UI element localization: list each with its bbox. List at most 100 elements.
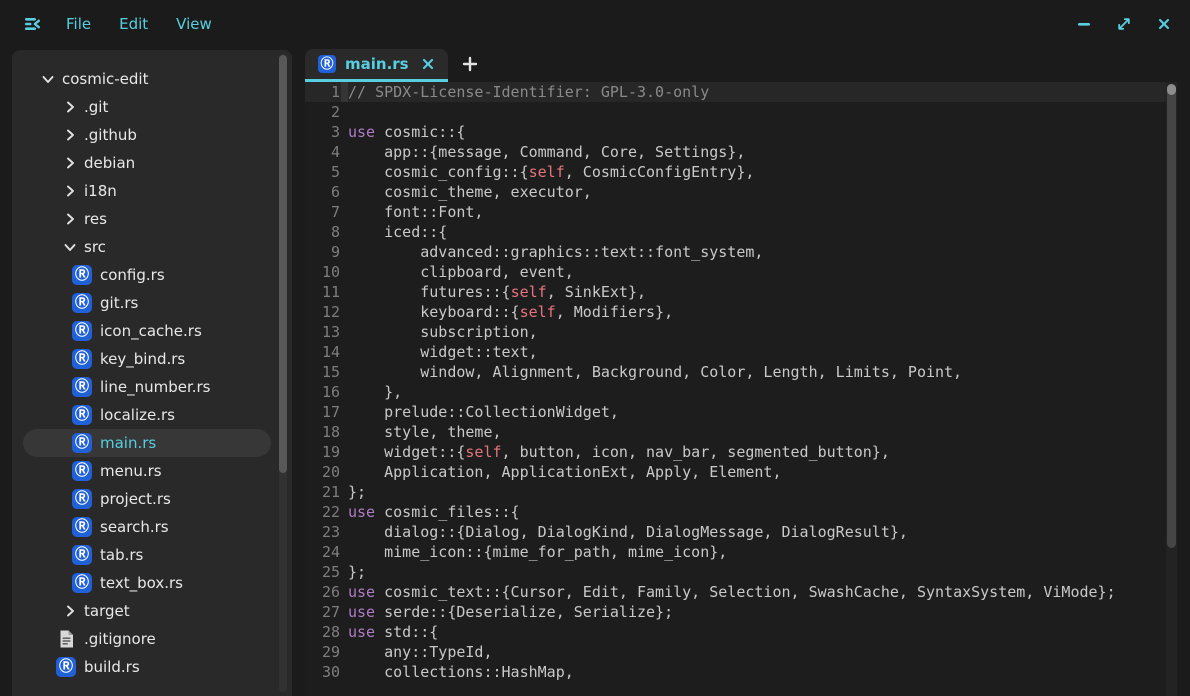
code-line: 20 Application, ApplicationExt, Apply, E…: [305, 462, 1166, 482]
code-text: dialog::{Dialog, DialogKind, DialogMessa…: [340, 522, 908, 542]
chevron-down-icon[interactable]: [40, 71, 56, 87]
tab-bar: Ⓡmain.rs: [305, 49, 480, 82]
code-line: 13 subscription,: [305, 322, 1166, 342]
tree-item-target[interactable]: target: [12, 597, 292, 625]
tree-item-icon-cache-rs[interactable]: Ⓡicon_cache.rs: [12, 317, 292, 345]
tree-item-label: .gitignore: [84, 630, 156, 648]
maximize-button[interactable]: [1116, 16, 1132, 32]
chevron-down-icon[interactable]: [62, 239, 78, 255]
editor-scrollbar-knob[interactable]: [1167, 84, 1176, 95]
tree-item-localize-rs[interactable]: Ⓡlocalize.rs: [12, 401, 292, 429]
code-editor[interactable]: 1// SPDX-License-Identifier: GPL-3.0-onl…: [305, 82, 1178, 696]
menu-bar: File Edit View: [66, 15, 212, 33]
tree-item-build-rs[interactable]: Ⓡbuild.rs: [12, 653, 292, 681]
code-text: cosmic_config::{self, CosmicConfigEntry}…: [340, 162, 754, 182]
code-text: mime_icon::{mime_for_path, mime_icon},: [340, 542, 727, 562]
tree-item-label: text_box.rs: [100, 574, 183, 592]
titlebar: File Edit View: [0, 0, 1190, 48]
tab-label: main.rs: [345, 55, 409, 73]
editor-scrollbar-thumb[interactable]: [1167, 84, 1176, 548]
code-text: use cosmic_files::{: [340, 502, 520, 522]
tree-item-label: cosmic-edit: [62, 70, 148, 88]
menu-edit[interactable]: Edit: [119, 15, 148, 33]
tree-item-debian[interactable]: debian: [12, 149, 292, 177]
rust-file-icon: Ⓡ: [72, 377, 92, 397]
rust-file-icon: Ⓡ: [72, 489, 92, 509]
code-text: subscription,: [340, 322, 538, 342]
tree-item-label: icon_cache.rs: [100, 322, 202, 340]
line-number: 30: [305, 663, 340, 681]
code-line: 27use serde::{Deserialize, Serialize};: [305, 602, 1166, 622]
tree-item-project-rs[interactable]: Ⓡproject.rs: [12, 485, 292, 513]
close-button[interactable]: [1156, 16, 1172, 32]
tree-item-main-rs[interactable]: Ⓡmain.rs: [12, 429, 292, 457]
line-number: 14: [305, 343, 340, 361]
code-line: 30 collections::HashMap,: [305, 662, 1166, 682]
chevron-right-icon[interactable]: [62, 155, 78, 171]
line-number: 20: [305, 463, 340, 481]
tab-close-icon[interactable]: [421, 57, 435, 71]
menu-file[interactable]: File: [66, 15, 91, 33]
code-line: 22use cosmic_files::{: [305, 502, 1166, 522]
tree-item-git-rs[interactable]: Ⓡgit.rs: [12, 289, 292, 317]
tree-item-line-number-rs[interactable]: Ⓡline_number.rs: [12, 373, 292, 401]
tree-item-text-box-rs[interactable]: Ⓡtext_box.rs: [12, 569, 292, 597]
rust-file-icon: Ⓡ: [72, 293, 92, 313]
line-number: 7: [305, 203, 340, 221]
tree-item-label: i18n: [84, 182, 117, 200]
tree-item-res[interactable]: res: [12, 205, 292, 233]
code-text: clipboard, event,: [340, 262, 574, 282]
code-text: cosmic_theme, executor,: [340, 182, 592, 202]
tree-item-search-rs[interactable]: Ⓡsearch.rs: [12, 513, 292, 541]
code-line: 29 any::TypeId,: [305, 642, 1166, 662]
line-number: 28: [305, 623, 340, 641]
text-file-icon: [56, 629, 76, 649]
chevron-right-icon[interactable]: [62, 183, 78, 199]
code-text: widget::text,: [340, 342, 538, 362]
tree-item-config-rs[interactable]: Ⓡconfig.rs: [12, 261, 292, 289]
tree-item-label: .github: [84, 126, 137, 144]
code-text: window, Alignment, Background, Color, Le…: [340, 362, 962, 382]
line-number: 1: [305, 83, 340, 101]
tab-main-rs[interactable]: Ⓡmain.rs: [305, 49, 448, 82]
menu-view[interactable]: View: [176, 15, 212, 33]
tree-item-label: src: [84, 238, 106, 256]
line-number: 8: [305, 223, 340, 241]
app-menu-icon[interactable]: [22, 14, 42, 34]
line-number: 3: [305, 123, 340, 141]
new-tab-button[interactable]: [460, 54, 480, 74]
tree-item--git[interactable]: .git: [12, 93, 292, 121]
code-text: collections::HashMap,: [340, 662, 574, 682]
line-number: 6: [305, 183, 340, 201]
chevron-right-icon[interactable]: [62, 211, 78, 227]
tree-item-menu-rs[interactable]: Ⓡmenu.rs: [12, 457, 292, 485]
line-number: 19: [305, 443, 340, 461]
chevron-right-icon[interactable]: [62, 603, 78, 619]
code-line: 4 app::{message, Command, Core, Settings…: [305, 142, 1166, 162]
tree-item-tab-rs[interactable]: Ⓡtab.rs: [12, 541, 292, 569]
tab[interactable]: Ⓡmain.rs: [305, 49, 448, 79]
code-line: 6 cosmic_theme, executor,: [305, 182, 1166, 202]
tree-item-label: project.rs: [100, 490, 171, 508]
line-number: 9: [305, 243, 340, 261]
code-text: style, theme,: [340, 422, 502, 442]
tree-item--gitignore[interactable]: .gitignore: [12, 625, 292, 653]
line-number: 2: [305, 103, 340, 121]
line-number: 29: [305, 643, 340, 661]
sidebar-scrollbar-thumb[interactable]: [279, 55, 287, 473]
rust-file-icon: Ⓡ: [72, 461, 92, 481]
tree-item-label: tab.rs: [100, 546, 143, 564]
chevron-right-icon[interactable]: [62, 127, 78, 143]
tree-item-key-bind-rs[interactable]: Ⓡkey_bind.rs: [12, 345, 292, 373]
tree-item-cosmic-edit[interactable]: cosmic-edit: [12, 65, 292, 93]
tree-item-i18n[interactable]: i18n: [12, 177, 292, 205]
minimize-button[interactable]: [1076, 16, 1092, 32]
code-line: 21};: [305, 482, 1166, 502]
code-line: 1// SPDX-License-Identifier: GPL-3.0-onl…: [305, 82, 1166, 102]
tree-item--github[interactable]: .github: [12, 121, 292, 149]
chevron-right-icon[interactable]: [62, 99, 78, 115]
code-text: Application, ApplicationExt, Apply, Elem…: [340, 462, 781, 482]
tree-item-label: main.rs: [100, 434, 156, 452]
tree-item-src[interactable]: src: [12, 233, 292, 261]
code-line: 2: [305, 102, 1166, 122]
